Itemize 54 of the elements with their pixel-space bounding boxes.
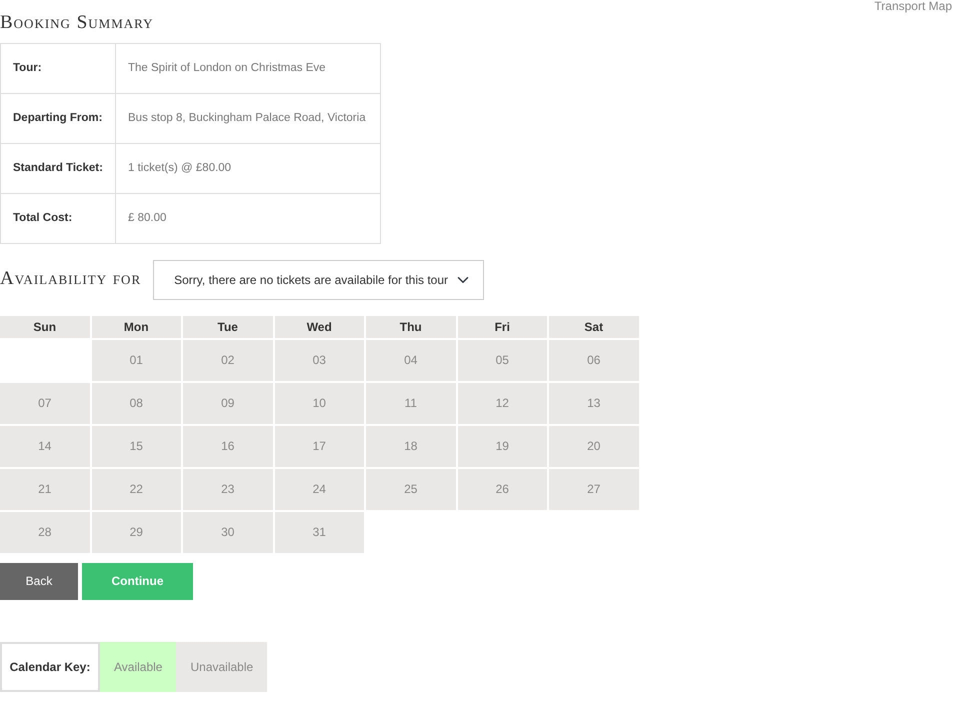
calendar-day: 10: [274, 382, 364, 424]
legend-item: Available: [100, 642, 176, 692]
section-heading: Availability for: [0, 268, 142, 292]
field-label: Tour:: [0, 43, 116, 94]
calendar-day: 12: [458, 382, 547, 424]
transport-map-link[interactable]: Transport Map: [874, 0, 952, 12]
calendar-day: 15: [92, 426, 181, 467]
calendar-day: 02: [183, 340, 272, 381]
calendar-day: 23: [183, 468, 272, 510]
calendar-day: 27: [549, 468, 638, 510]
calendar-day: 31: [274, 512, 364, 553]
calendar-day: 29: [92, 512, 181, 553]
calendar-day: 21: [0, 468, 90, 510]
legend-item: Unavailable: [176, 642, 268, 692]
field-value: The Spirit of London on Christmas Eve: [116, 43, 380, 94]
field-value: 1 ticket(s) @ £80.00: [116, 143, 380, 194]
calendar-day: 30: [183, 512, 272, 553]
calendar-day: 28: [0, 512, 90, 553]
weekday-header: Wed: [274, 316, 364, 338]
calendar-day: 07: [0, 382, 90, 424]
weekday-header: Tue: [183, 316, 272, 338]
key-label: Calendar Key:: [0, 642, 100, 692]
weekday-header: Sun: [0, 316, 90, 338]
weekday-header: Fri: [458, 316, 547, 338]
calendar-day: 04: [366, 340, 456, 381]
field-label: Departing From:: [0, 93, 116, 144]
calendar-day: 25: [366, 468, 456, 510]
calendar-day: 03: [274, 340, 364, 381]
calendar-day: 22: [92, 468, 181, 510]
calendar-day: 06: [549, 340, 638, 381]
calendar-day: 14: [0, 426, 90, 467]
back-button[interactable]: Back: [0, 562, 78, 600]
calendar-day: 08: [92, 382, 181, 424]
calendar-day: 19: [458, 426, 547, 467]
calendar-day: 20: [549, 426, 638, 467]
tour-date-select[interactable]: Sorry, there are no tickets are availabile for this tour: [153, 260, 484, 300]
calendar-day: 16: [183, 426, 272, 467]
field-label: Total Cost:: [0, 193, 116, 244]
calendar-day: 24: [274, 468, 364, 510]
calendar-day: 26: [458, 468, 547, 510]
section-heading: Booking Summary: [0, 12, 154, 35]
calendar-day: 05: [458, 340, 547, 381]
calendar-day: 11: [366, 382, 456, 424]
weekday-header: Mon: [92, 316, 181, 338]
field-label: Standard Ticket:: [0, 143, 116, 194]
calendar-day: 01: [92, 340, 181, 381]
field-value: Bus stop 8, Buckingham Palace Road, Victoria: [116, 93, 380, 144]
calendar-day: 09: [183, 382, 272, 424]
weekday-header: Thu: [366, 316, 456, 338]
calendar-day: 13: [549, 382, 638, 424]
calendar-day: 17: [274, 426, 364, 467]
weekday-header: Sat: [549, 316, 638, 338]
calendar-day: 18: [366, 426, 456, 467]
field-value: £ 80.00: [116, 193, 380, 244]
